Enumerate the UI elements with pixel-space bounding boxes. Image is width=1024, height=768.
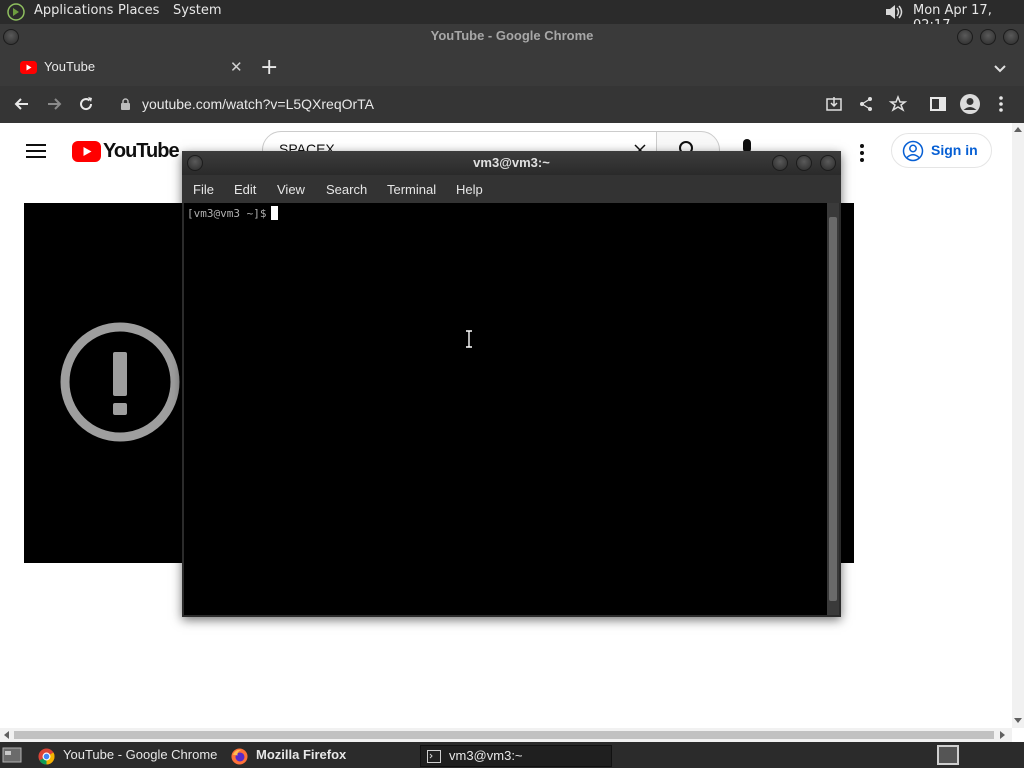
side-panel-icon[interactable] — [928, 94, 948, 114]
hamburger-menu-icon[interactable] — [26, 143, 46, 159]
menu-edit[interactable]: Edit — [234, 182, 256, 197]
terminal-scrollbar[interactable] — [827, 203, 839, 615]
menu-help[interactable]: Help — [456, 182, 483, 197]
scroll-up-arrow-icon[interactable] — [1014, 126, 1022, 134]
workspace-switcher[interactable] — [937, 745, 959, 765]
terminal-titlebar[interactable]: vm3@vm3:~ — [182, 151, 841, 175]
more-options-icon[interactable] — [858, 143, 866, 163]
taskbar-item-firefox[interactable]: Mozilla Firefox — [226, 745, 416, 767]
tab-title: YouTube — [44, 59, 96, 74]
taskbar-label-chrome: YouTube - Google Chrome — [63, 747, 218, 762]
taskbar-item-terminal[interactable]: vm3@vm3:~ — [420, 745, 612, 767]
chrome-toolbar: youtube.com/watch?v=L5QXreqOrTA — [0, 86, 1024, 123]
gnome-foot-icon[interactable] — [6, 2, 26, 22]
menu-view[interactable]: View — [277, 182, 305, 197]
profile-avatar-icon[interactable] — [959, 93, 981, 115]
account-circle-icon — [902, 140, 924, 162]
chrome-titlebar[interactable]: YouTube - Google Chrome — [0, 24, 1024, 50]
sign-in-label: Sign in — [931, 142, 978, 158]
tab-strip: YouTube ✕ + — [0, 50, 1024, 86]
address-bar[interactable]: youtube.com/watch?v=L5QXreqOrTA — [108, 89, 1012, 120]
terminal-close-button[interactable] — [820, 155, 836, 171]
scroll-left-arrow-icon[interactable] — [3, 731, 11, 739]
text-cursor — [271, 206, 279, 220]
chrome-window-title: YouTube - Google Chrome — [430, 28, 594, 43]
error-exclamation-icon — [60, 322, 180, 442]
chevron-down-icon[interactable] — [992, 60, 1008, 76]
youtube-logo-text: YouTube — [103, 140, 180, 162]
volume-icon[interactable] — [883, 2, 905, 22]
taskbar-item-chrome[interactable]: YouTube - Google Chrome — [32, 745, 222, 767]
terminal-prompt-line: [vm3@vm3 ~]$ — [187, 206, 279, 220]
menu-search[interactable]: Search — [326, 182, 367, 197]
terminal-icon — [427, 750, 441, 763]
taskbar-label-firefox: Mozilla Firefox — [256, 747, 347, 762]
lock-icon[interactable] — [120, 98, 131, 111]
terminal-title: vm3@vm3:~ — [473, 155, 550, 170]
chrome-logo-icon — [38, 748, 55, 765]
install-app-icon[interactable] — [824, 94, 844, 114]
youtube-favicon-icon — [20, 61, 37, 74]
minimize-button[interactable] — [957, 29, 973, 45]
terminal-menubar: File Edit View Search Terminal Help — [182, 175, 841, 203]
page-horizontal-scrollbar[interactable] — [0, 728, 1012, 742]
show-desktop-icon[interactable] — [2, 746, 22, 764]
maximize-button[interactable] — [980, 29, 996, 45]
chrome-menu-icon[interactable] — [994, 94, 1008, 114]
terminal-scroll-thumb[interactable] — [829, 217, 837, 601]
new-tab-icon[interactable]: + — [260, 55, 278, 80]
terminal-window[interactable]: vm3@vm3:~ File Edit View Search Terminal… — [182, 151, 841, 617]
back-arrow-icon[interactable] — [12, 94, 32, 114]
terminal-minimize-button[interactable] — [772, 155, 788, 171]
scroll-right-arrow-icon[interactable] — [998, 731, 1006, 739]
bookmark-star-icon[interactable] — [888, 94, 908, 114]
terminal-maximize-button[interactable] — [796, 155, 812, 171]
reload-icon[interactable] — [76, 94, 96, 114]
scroll-down-arrow-icon[interactable] — [1014, 716, 1022, 724]
horizontal-scroll-thumb[interactable] — [14, 731, 994, 739]
sign-in-button[interactable]: Sign in — [891, 133, 992, 168]
shell-prompt: [vm3@vm3 ~]$ — [187, 207, 267, 220]
url-text[interactable]: youtube.com/watch?v=L5QXreqOrTA — [142, 96, 374, 112]
tab-youtube[interactable]: YouTube ✕ — [8, 50, 246, 86]
page-vertical-scrollbar[interactable] — [1012, 123, 1024, 728]
forward-arrow-icon[interactable] — [44, 94, 64, 114]
menu-file[interactable]: File — [193, 182, 214, 197]
firefox-logo-icon — [231, 748, 248, 765]
system-menu[interactable]: System — [173, 3, 221, 18]
applications-menu[interactable]: Applications — [34, 3, 113, 18]
close-window-button[interactable] — [1003, 29, 1019, 45]
top-panel: Applications Places System Mon Apr 17, 0… — [0, 0, 1024, 33]
menu-terminal[interactable]: Terminal — [387, 182, 436, 197]
terminal-screen[interactable]: [vm3@vm3 ~]$ — [184, 203, 827, 615]
bottom-panel: YouTube - Google Chrome Mozilla Firefox … — [0, 742, 1024, 768]
tab-close-icon[interactable]: ✕ — [230, 58, 243, 76]
taskbar-label-terminal: vm3@vm3:~ — [449, 748, 523, 763]
places-menu[interactable]: Places — [118, 3, 159, 18]
ibeam-cursor-icon — [466, 330, 472, 348]
share-icon[interactable] — [856, 94, 876, 114]
youtube-play-logo-icon — [72, 141, 101, 162]
